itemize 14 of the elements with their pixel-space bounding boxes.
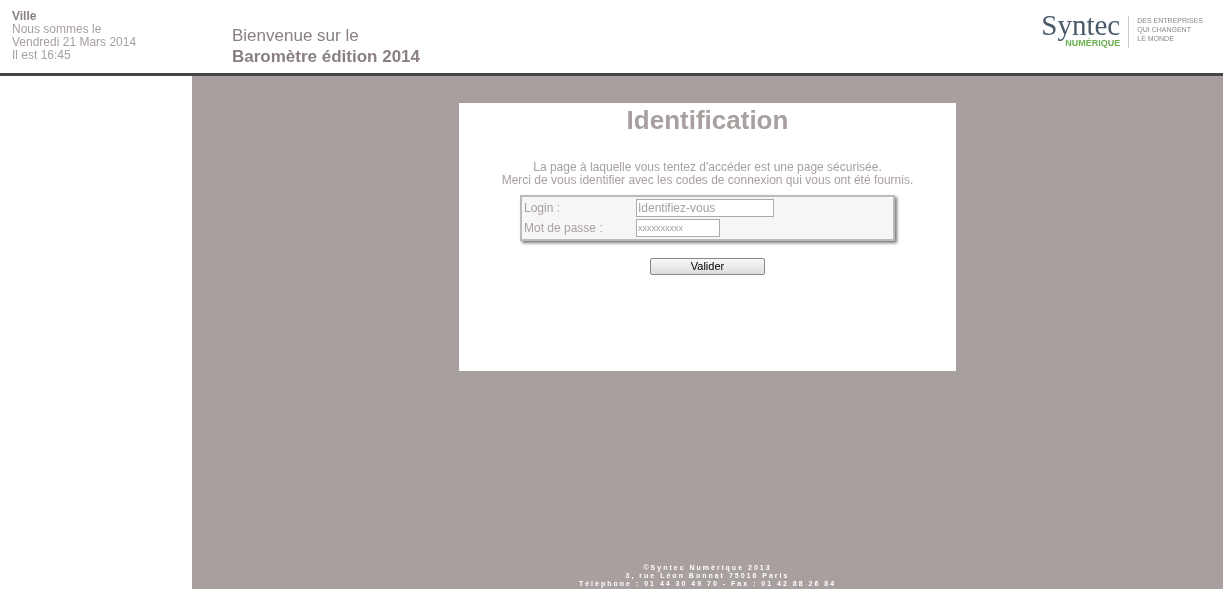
welcome-text: Bienvenue sur le (232, 25, 360, 46)
input-field[interactable]: Identifiez-vous (636, 199, 774, 217)
page-title: Baromètre édition 2014 (232, 46, 420, 67)
city-label: Ville (12, 10, 38, 23)
login-title: Identification (626, 105, 789, 135)
date-intro: Nous sommes le (12, 23, 103, 36)
info-message: La page à laquelle vous tentez d'accéder est une page sécurisée. (533, 161, 882, 174)
field-label: Login : (524, 200, 562, 217)
time-text: Il est 16:45 (12, 49, 72, 62)
info-message: Merci de vous identifier avec les codes de connexion qui vous ont été fournis. (501, 174, 914, 187)
input-field[interactable]: xxxxxxxxxx (636, 219, 720, 237)
field-label: Mot de passe : (524, 220, 604, 237)
validate-button[interactable]: Valider (650, 258, 765, 275)
date-text: Vendredi 21 Mars 2014 (12, 36, 138, 49)
